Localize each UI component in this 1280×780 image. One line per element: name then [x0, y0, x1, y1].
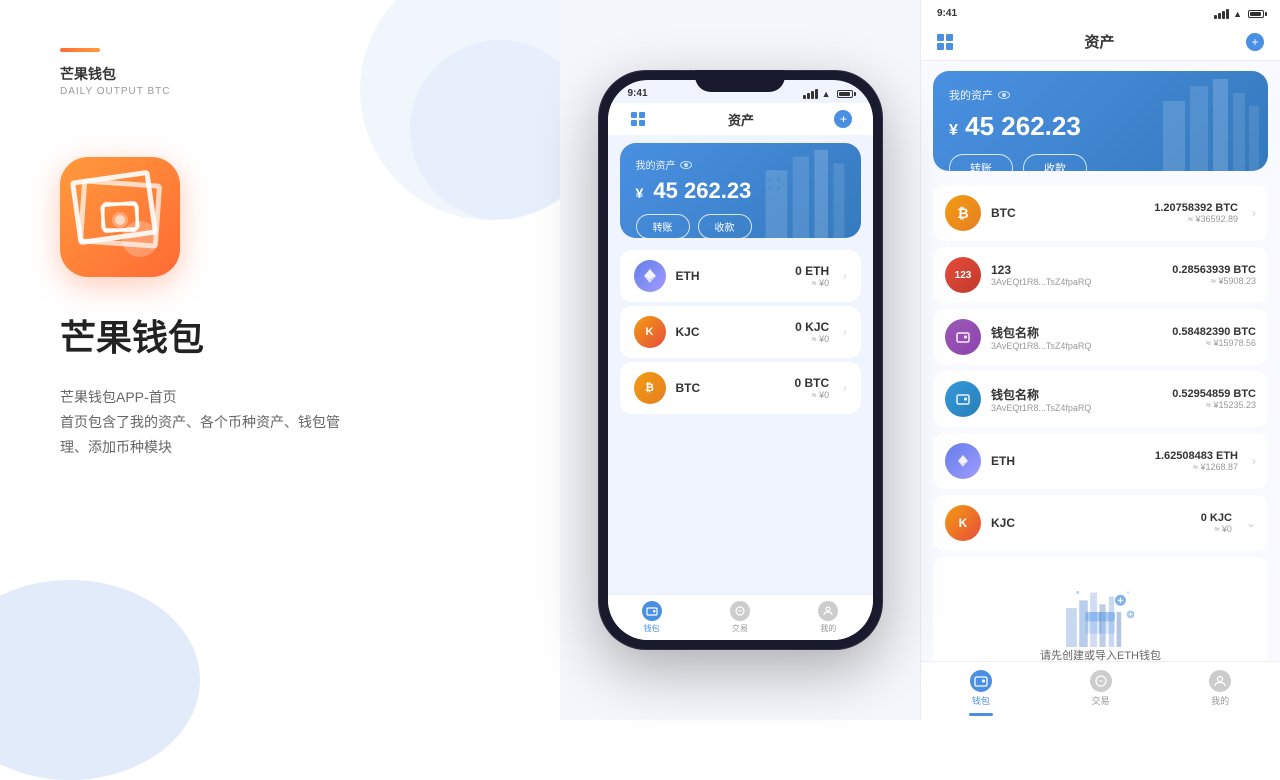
right-custom1-icon: 123	[945, 257, 981, 293]
coin-item-kjc[interactable]: K KJC 0 KJC ≈ ¥0 ›	[620, 306, 861, 358]
phone-mockup: 9:41 ▲	[560, 0, 920, 720]
right-nav-wallet-label: 钱包	[972, 694, 990, 707]
right-btc-name: BTC	[991, 206, 1144, 220]
transfer-button[interactable]: 转账	[636, 214, 690, 238]
right-nav: 资产 +	[921, 23, 1280, 61]
asset-card-label: 我的资产	[636, 157, 845, 172]
empty-state-text: 请先创建或导入ETH钱包	[1040, 647, 1161, 661]
chevron-right-icon: ›	[843, 383, 846, 394]
asset-card: 我的资产 ¥ 45 262.23 转账 收款	[620, 143, 861, 238]
coin-amount-eth: 0 ETH ≈ ¥0	[795, 264, 829, 288]
right-grid-icon[interactable]	[937, 34, 953, 50]
right-panel: 9:41 ▲ 资产 +	[920, 0, 1280, 720]
right-wifi-icon: ▲	[1233, 9, 1242, 19]
profile-icon	[818, 601, 838, 621]
coin-name-kjc: KJC	[676, 325, 786, 339]
coin-item-btc[interactable]: ₿ BTC 0 BTC ≈ ¥0 ›	[620, 362, 861, 414]
phone-bottom-nav: 钱包 交易 我的	[608, 594, 873, 640]
right-kjc-chevron: ⌄	[1246, 516, 1256, 530]
coin-list: ETH 0 ETH ≈ ¥0 › K KJC 0 KJC ≈ ¥0	[608, 246, 873, 594]
right-receive-button[interactable]: 收款	[1023, 154, 1087, 171]
right-status-bar: 9:41 ▲	[921, 0, 1280, 23]
right-nav-tx-label: 交易	[1092, 694, 1110, 707]
right-coin-list: ₿ BTC 1.20758392 BTC ≈ ¥36592.89 › 123 1…	[921, 181, 1280, 661]
nav-label-wallet: 钱包	[644, 623, 660, 634]
transactions-icon	[730, 601, 750, 621]
add-button[interactable]: +	[834, 110, 852, 128]
right-asset-card: 我的资产 ¥ 45 262.23 转账 收款	[933, 71, 1268, 171]
app-icon	[60, 157, 180, 277]
right-eth-icon	[945, 443, 981, 479]
eth-icon	[634, 260, 666, 292]
coin-item-eth[interactable]: ETH 0 ETH ≈ ¥0 ›	[620, 250, 861, 302]
nav-label-transactions: 交易	[732, 623, 748, 634]
right-battery-icon	[1248, 10, 1264, 18]
left-panel: 芒果钱包 DAILY OUTPUT BTC 芒果钱包 芒果钱包APP-首页 首页…	[0, 0, 560, 720]
app-name: 芒果钱包	[60, 309, 500, 361]
accent-line	[60, 48, 100, 52]
right-wallet-icon	[970, 670, 992, 692]
coin-name-btc: BTC	[676, 381, 785, 395]
phone-notch	[695, 70, 785, 92]
right-nav-tx[interactable]: 交易	[1041, 670, 1161, 716]
right-chevron-icon: ›	[1252, 206, 1256, 220]
right-coin-kjc[interactable]: K KJC 0 KJC ≈ ¥0 ⌄	[933, 495, 1268, 551]
grid-icon[interactable]	[628, 109, 648, 129]
right-profile-icon	[1209, 670, 1231, 692]
nav-title: 资产	[728, 110, 754, 129]
right-coin-wallet2[interactable]: 钱包名称 3AvEQt1R8...TsZ4fpaRQ 0.52954859 BT…	[933, 371, 1268, 427]
wallet-icon	[642, 601, 662, 621]
right-nav-profile-label: 我的	[1211, 694, 1229, 707]
status-right: ▲	[803, 89, 853, 99]
right-kjc-icon: K	[945, 505, 981, 541]
kjc-icon: K	[634, 316, 666, 348]
right-signal-icon	[1214, 9, 1229, 19]
right-coin-eth[interactable]: ETH 1.62508483 ETH ≈ ¥1268.87 ›	[933, 433, 1268, 489]
right-coin-btc[interactable]: ₿ BTC 1.20758392 BTC ≈ ¥36592.89 ›	[933, 185, 1268, 241]
signal-icon	[803, 89, 818, 99]
right-eth-chevron: ›	[1252, 454, 1256, 468]
nav-item-profile[interactable]: 我的	[784, 601, 872, 634]
chevron-right-icon: ›	[843, 271, 846, 282]
nav-label-profile: 我的	[820, 623, 836, 634]
coin-name-eth: ETH	[676, 269, 786, 283]
right-custom2-icon	[945, 319, 981, 355]
right-transfer-button[interactable]: 转账	[949, 154, 1013, 171]
phone-nav-bar: 资产 +	[608, 103, 873, 135]
right-nav-wallet[interactable]: 钱包	[921, 670, 1041, 716]
nav-item-transactions[interactable]: 交易	[696, 601, 784, 634]
right-bottom-nav: 钱包 交易 我的	[921, 661, 1280, 720]
chevron-right-icon: ›	[843, 327, 846, 338]
right-coin-123[interactable]: 123 123 3AvEQt1R8...TsZ4fpaRQ 0.28563939…	[933, 247, 1268, 303]
btc-icon: ₿	[634, 372, 666, 404]
right-nav-profile[interactable]: 我的	[1160, 670, 1280, 716]
battery-icon	[837, 90, 853, 98]
coin-amount-kjc: 0 KJC ≈ ¥0	[795, 320, 829, 344]
coin-amount-btc: 0 BTC ≈ ¥0	[794, 376, 829, 400]
phone-outer: 9:41 ▲	[598, 70, 883, 650]
right-status-time: 9:41	[937, 8, 957, 19]
empty-state: 请先创建或导入ETH钱包 创建 导入	[933, 557, 1268, 661]
active-indicator	[969, 713, 993, 716]
app-description: 芒果钱包APP-首页 首页包含了我的资产、各个币种资产、钱包管 理、添加币种模块	[60, 385, 500, 461]
phone-screen: 9:41 ▲	[608, 80, 873, 640]
status-time: 9:41	[628, 88, 648, 99]
right-add-button[interactable]: +	[1246, 33, 1264, 51]
right-asset-label: 我的资产	[949, 87, 1252, 103]
empty-illustration	[1061, 577, 1141, 647]
right-eye-icon[interactable]	[998, 91, 1010, 99]
wifi-icon: ▲	[822, 89, 831, 99]
eye-icon[interactable]	[680, 161, 692, 169]
right-custom3-icon	[945, 381, 981, 417]
nav-item-wallet[interactable]: 钱包	[608, 601, 696, 634]
receive-button[interactable]: 收款	[698, 214, 752, 238]
right-coin-wallet1[interactable]: 钱包名称 3AvEQt1R8...TsZ4fpaRQ 0.58482390 BT…	[933, 309, 1268, 365]
right-nav-title: 资产	[1084, 31, 1114, 52]
decorative-blob	[0, 580, 200, 780]
right-btc-icon: ₿	[945, 195, 981, 231]
right-tx-icon	[1090, 670, 1112, 692]
